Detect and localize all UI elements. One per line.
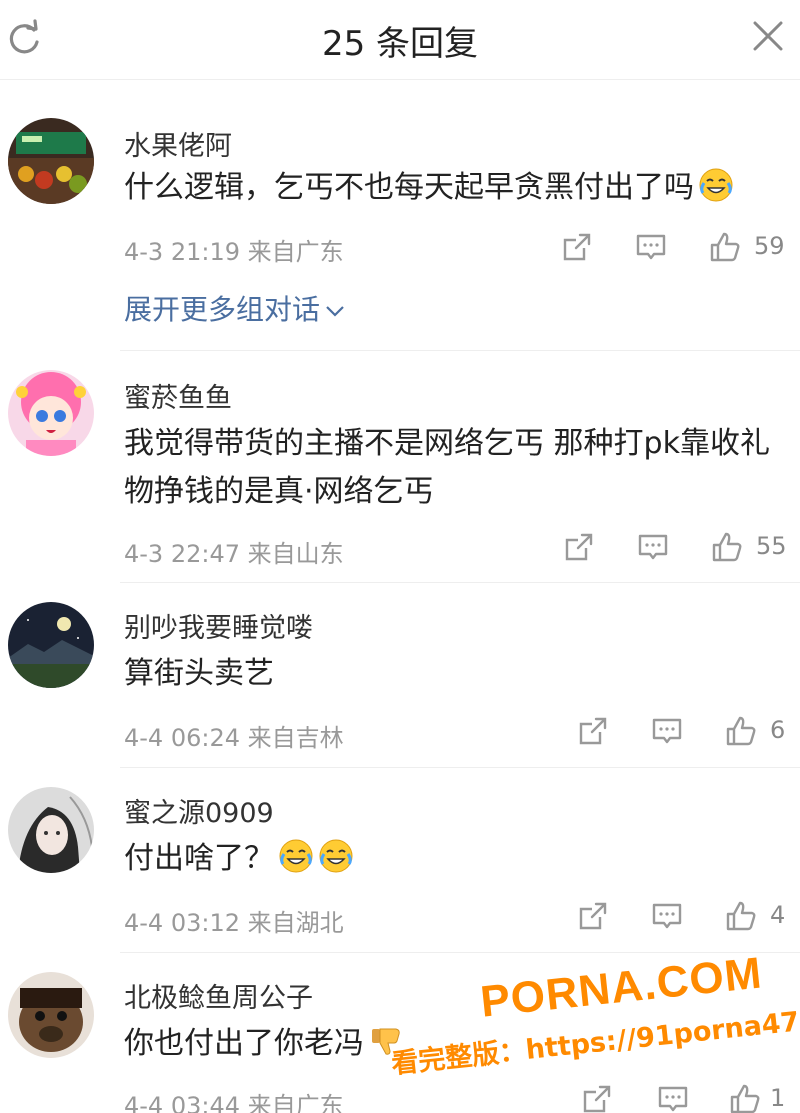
comment-text: 付出啥了？: [124, 835, 789, 883]
like-icon[interactable]: [724, 714, 758, 748]
laugh-cry-emoji-icon: [699, 168, 733, 202]
divider: [120, 952, 800, 953]
header-bar: 25 条回复: [0, 0, 800, 80]
divider: [120, 582, 800, 583]
expand-more-link[interactable]: 展开更多组对话: [124, 288, 346, 328]
like-count: 6: [770, 716, 786, 744]
share-icon[interactable]: [562, 530, 596, 564]
comment-meta: 4-3 22:47 来自山东: [124, 540, 344, 568]
avatar[interactable]: [8, 370, 94, 456]
share-icon[interactable]: [576, 899, 610, 933]
comment-actions: 59: [560, 230, 790, 266]
comment-actions: 4: [576, 899, 796, 935]
like-icon[interactable]: [710, 530, 744, 564]
username[interactable]: 水果佬阿: [124, 124, 232, 163]
share-icon[interactable]: [560, 230, 594, 264]
like-count: 55: [756, 532, 787, 560]
comment-actions: 55: [562, 530, 792, 566]
divider: [120, 350, 800, 351]
comment-actions: 1: [580, 1082, 790, 1113]
comment-icon[interactable]: [656, 1082, 690, 1113]
comment-icon[interactable]: [634, 230, 668, 264]
like-count: 59: [754, 232, 785, 260]
comment-actions: 6: [576, 714, 796, 750]
like-icon[interactable]: [728, 1082, 762, 1113]
username[interactable]: 别吵我要睡觉喽: [124, 606, 313, 645]
laugh-cry-emoji-icon: [319, 839, 353, 873]
comment-text: 什么逻辑，乞丐不也每天起早贪黑付出了吗: [124, 164, 789, 212]
comment-text: 你也付出了你老冯: [124, 1020, 789, 1068]
chevron-down-icon: [326, 306, 344, 317]
comment-icon[interactable]: [650, 714, 684, 748]
laugh-cry-emoji-icon: [279, 839, 313, 873]
avatar[interactable]: [8, 602, 94, 688]
share-icon[interactable]: [580, 1082, 614, 1113]
comment-meta: 4-4 03:12 来自湖北: [124, 909, 344, 937]
comment-icon[interactable]: [650, 899, 684, 933]
comment-meta: 4-4 06:24 来自吉林: [124, 724, 344, 752]
comment-meta: 4-3 21:19 来自广东: [124, 238, 344, 266]
like-count: 4: [770, 901, 786, 929]
share-icon[interactable]: [576, 714, 610, 748]
like-icon[interactable]: [724, 899, 758, 933]
divider: [120, 767, 800, 768]
username[interactable]: 蜜之源0909: [124, 791, 274, 830]
username[interactable]: 蜜菸鱼鱼: [124, 376, 232, 415]
username[interactable]: 北极鲶鱼周公子: [124, 976, 313, 1015]
comment-icon[interactable]: [636, 530, 670, 564]
avatar[interactable]: [8, 118, 94, 204]
watermark-main-text: PORNA.COM: [478, 948, 765, 1027]
like-count: 1: [770, 1084, 786, 1112]
page-title: 25 条回复: [321, 24, 479, 64]
thumbs-down-emoji-icon: [372, 1028, 400, 1055]
comment-meta: 4-4 03:44 来自广东: [124, 1092, 344, 1113]
avatar[interactable]: [8, 787, 94, 873]
comment-text: 我觉得带货的主播不是网络乞丐 那种打pk靠收礼物挣钱的是真·网络乞丐: [124, 426, 770, 509]
avatar[interactable]: [8, 972, 94, 1058]
comment-text: 算街头卖艺: [124, 656, 274, 691]
close-icon[interactable]: [750, 18, 786, 54]
like-icon[interactable]: [708, 230, 742, 264]
